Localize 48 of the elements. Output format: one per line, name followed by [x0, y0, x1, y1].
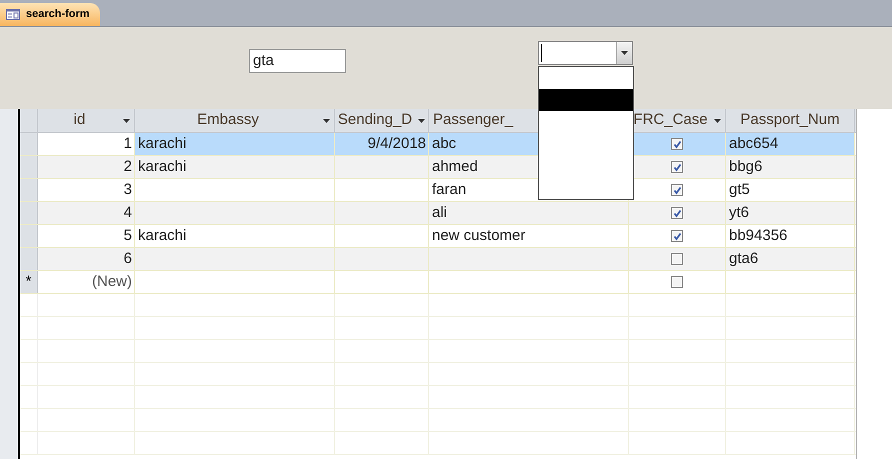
column-header[interactable]: Embassy: [135, 109, 335, 132]
column-header[interactable]: id: [38, 109, 135, 132]
column-label: id: [72, 110, 86, 130]
table-cell[interactable]: abc654: [726, 133, 855, 155]
dropdown-arrow-icon[interactable]: [418, 118, 426, 122]
table-cell[interactable]: karachi: [135, 133, 335, 155]
checkbox[interactable]: [671, 253, 683, 265]
table-cell[interactable]: karachi: [135, 156, 335, 178]
table-cell[interactable]: bbg6: [726, 156, 855, 178]
table-cell[interactable]: 9/4/2018: [335, 133, 429, 155]
checkbox[interactable]: [671, 276, 683, 288]
tab-title: search-form: [26, 7, 90, 22]
dropdown-arrow-icon[interactable]: [123, 118, 130, 122]
column-label: Embassy: [196, 110, 260, 130]
table-cell[interactable]: yt6: [726, 202, 855, 224]
text-cursor: [541, 44, 542, 62]
column-label: Passenger_: [433, 110, 514, 130]
table-cell[interactable]: karachi: [135, 225, 335, 247]
combo-arrow-button[interactable]: [616, 42, 632, 64]
form-icon: [6, 9, 20, 20]
column-label: FRC_Case: [633, 110, 708, 130]
column-label: Passport_Num: [740, 110, 840, 130]
new-record-marker: *: [26, 272, 32, 292]
checkbox[interactable]: [671, 138, 683, 150]
column-label: Sending_D: [338, 110, 412, 130]
table-cell[interactable]: 3: [38, 179, 135, 201]
dropdown-arrow-icon[interactable]: [323, 118, 330, 122]
checkbox[interactable]: [671, 230, 683, 242]
table-cell[interactable]: 2: [38, 156, 135, 178]
table-cell[interactable]: gt5: [726, 179, 855, 201]
checkbox[interactable]: [671, 161, 683, 173]
table-cell[interactable]: ali: [429, 202, 629, 224]
table-cell[interactable]: new customer: [429, 225, 629, 247]
column-header[interactable]: Sending_D: [335, 109, 429, 132]
row-selector[interactable]: *: [20, 271, 38, 293]
form-tab[interactable]: search-form: [0, 3, 100, 26]
search-field[interactable]: gta: [249, 49, 346, 73]
dropdown-arrow-icon[interactable]: [621, 51, 628, 55]
table-cell[interactable]: 5: [38, 225, 135, 247]
table-cell[interactable]: gta6: [726, 248, 855, 270]
table-cell[interactable]: 4: [38, 202, 135, 224]
column-header[interactable]: Passport_Num: [726, 109, 855, 132]
dropdown-arrow-icon[interactable]: [714, 118, 721, 122]
table-cell[interactable]: bb94356: [726, 225, 855, 247]
checkbox[interactable]: [671, 207, 683, 219]
table-cell[interactable]: (New): [38, 271, 135, 293]
checkbox[interactable]: [671, 184, 683, 196]
table-cell[interactable]: 6: [38, 248, 135, 270]
